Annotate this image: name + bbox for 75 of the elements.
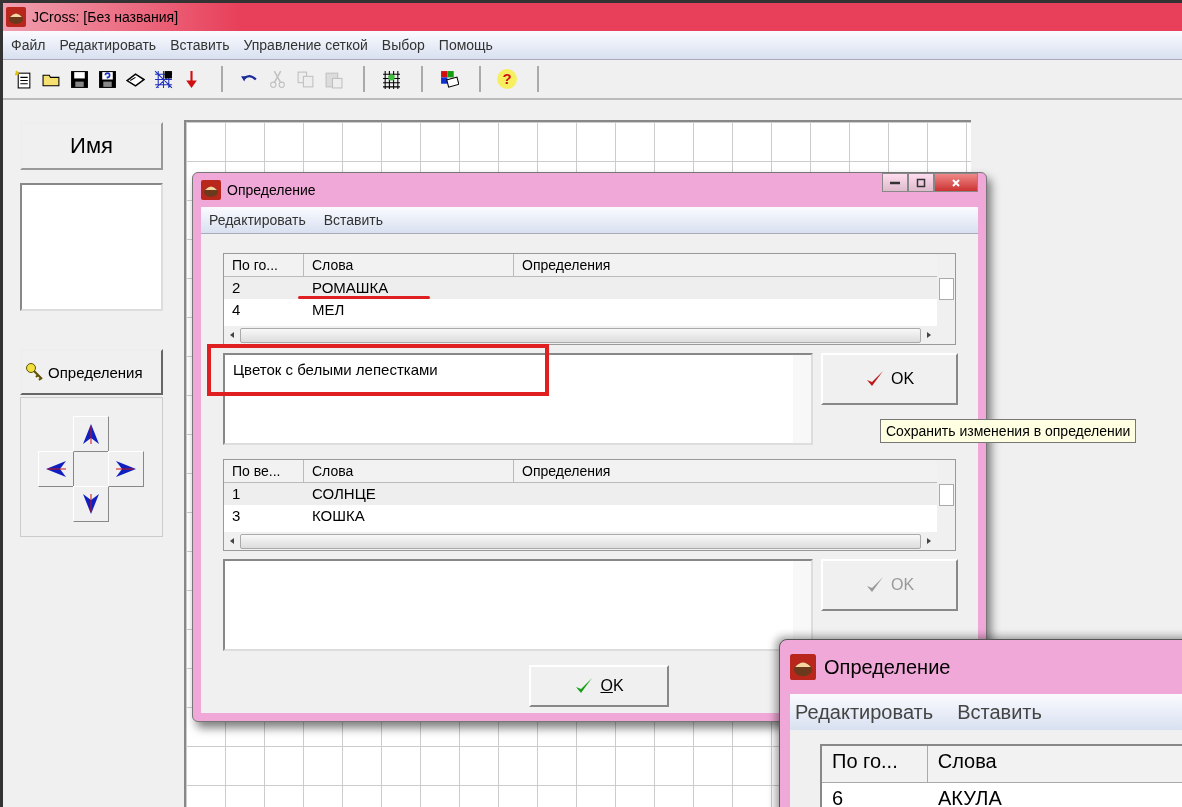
new-document-icon: [13, 69, 33, 89]
scissors-icon: [267, 69, 287, 89]
number-cell-text: 2: [231, 280, 242, 296]
list-row[interactable]: 1 СОЛНЦЕ: [224, 483, 937, 505]
app-icon: [790, 654, 816, 680]
maximize-button[interactable]: [908, 173, 934, 192]
definition-field[interactable]: Цветок с белыми лепестками: [223, 353, 813, 445]
close-icon: [951, 177, 961, 188]
column-header[interactable]: Определения: [514, 460, 937, 482]
up-arrow-icon: [80, 423, 102, 445]
down-arrow-button[interactable]: [73, 486, 109, 522]
left-arrow-icon: [45, 458, 67, 480]
definitions-button[interactable]: Определения: [20, 349, 163, 395]
column-header[interactable]: Слова: [304, 254, 514, 276]
vertical-scrollbar[interactable]: [793, 355, 811, 443]
dialog-title: Определение: [824, 655, 951, 679]
menu-item[interactable]: Вставить: [323, 212, 384, 228]
scroll-left-icon[interactable]: [230, 538, 234, 544]
copy-icon: [295, 69, 315, 89]
menu-item[interactable]: Управление сеткой: [243, 37, 368, 53]
menu-item[interactable]: Помощь: [438, 37, 493, 53]
word-cell-text: СОЛНЦЕ: [311, 486, 377, 502]
horizontal-scrollbar[interactable]: [224, 532, 937, 550]
help-button[interactable]: ?: [495, 67, 519, 91]
scroll-left-icon[interactable]: [230, 332, 234, 338]
window-title: JCross: [Без названия]: [32, 9, 179, 25]
up-arrow-button[interactable]: [73, 416, 109, 452]
number-cell-text: 6: [831, 787, 845, 807]
key-icon: [25, 362, 45, 382]
word-cell-text: РОМАШКА: [311, 280, 390, 296]
tooltip: Сохранить изменения в определении: [880, 419, 1137, 443]
menu-item[interactable]: Редактировать: [795, 700, 934, 724]
ok-button[interactable]: OK: [821, 353, 958, 405]
column-header[interactable]: По го...: [822, 746, 928, 782]
number-cell-text: 3: [231, 508, 242, 524]
menu-item[interactable]: Вставить: [957, 700, 1042, 724]
name-field[interactable]: [20, 183, 163, 311]
palette-icon: [439, 69, 459, 89]
scroll-right-icon[interactable]: [927, 332, 931, 338]
left-arrow-button[interactable]: [38, 451, 74, 487]
menu-item[interactable]: Файл: [11, 37, 46, 53]
menu-item[interactable]: Редактировать: [209, 212, 306, 228]
menu-item[interactable]: Выбор: [381, 37, 425, 53]
column-header[interactable]: По ве...: [224, 460, 304, 482]
dialog-title: Определение: [227, 182, 316, 198]
list-row[interactable]: 2 РОМАШКА: [224, 277, 937, 299]
menu-item[interactable]: Редактировать: [59, 37, 157, 53]
horizontal-scrollbar[interactable]: [224, 326, 937, 344]
word-cell-text: АКУЛА: [937, 787, 1003, 807]
column-header[interactable]: Слова: [304, 460, 514, 482]
vertical-scrollbar[interactable]: [937, 460, 955, 550]
grid-icon: [381, 69, 401, 89]
right-arrow-button[interactable]: [108, 451, 144, 487]
number-cell-text: 4: [231, 302, 242, 318]
word-cell-text: МЕЛ: [311, 302, 346, 318]
column-header[interactable]: Слова: [927, 746, 1182, 782]
minimize-button[interactable]: [882, 173, 908, 192]
vertical-scrollbar[interactable]: [937, 254, 955, 344]
app-icon: [6, 7, 26, 27]
app-icon: [201, 180, 221, 200]
definition-field[interactable]: [223, 559, 813, 651]
column-header[interactable]: По го...: [224, 254, 304, 276]
ok-button[interactable]: OK: [529, 665, 669, 707]
number-cell-text: 1: [231, 486, 242, 502]
close-button[interactable]: [934, 173, 978, 192]
column-header[interactable]: Определения: [514, 254, 937, 276]
down-arrow-icon: [80, 493, 102, 515]
scroll-right-icon[interactable]: [927, 538, 931, 544]
word-cell-text: КОШКА: [311, 508, 366, 524]
definition-text: Цветок с белыми лепестками: [233, 361, 438, 378]
menu-item[interactable]: Вставить: [170, 37, 230, 53]
right-arrow-icon: [115, 458, 137, 480]
name-button[interactable]: Имя: [20, 122, 163, 170]
maximize-icon: [916, 177, 926, 188]
tangled-grid-icon: [153, 69, 173, 89]
